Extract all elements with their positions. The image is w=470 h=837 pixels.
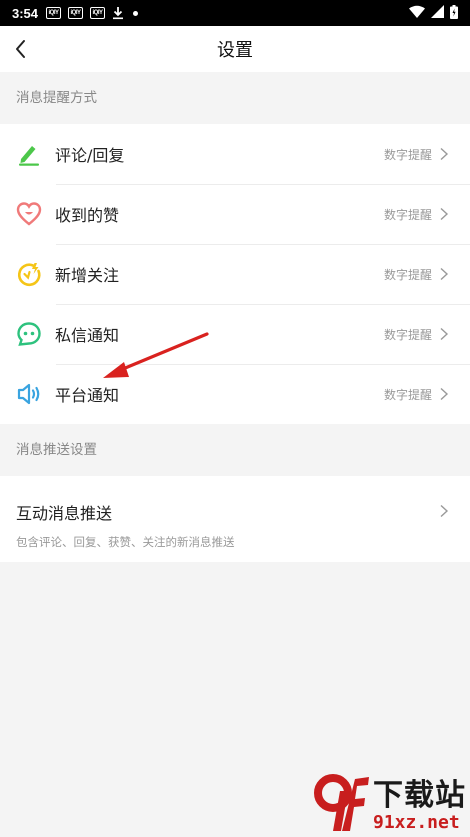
watermark-logo-icon bbox=[313, 773, 371, 833]
pencil-icon bbox=[16, 141, 42, 167]
setting-row-likes[interactable]: 收到的赞 数字提醒 bbox=[0, 184, 470, 244]
chevron-right-icon bbox=[440, 504, 449, 518]
chevron-right-icon bbox=[440, 207, 449, 221]
chevron-right-icon bbox=[440, 387, 449, 401]
status-time: 3:54 bbox=[12, 5, 39, 21]
status-bar: 3:54 iQIY iQIY iQIY bbox=[0, 0, 470, 26]
chevron-left-icon bbox=[16, 40, 25, 58]
follow-icon bbox=[16, 261, 42, 287]
setting-row-comment-reply[interactable]: 评论/回复 数字提醒 bbox=[0, 124, 470, 184]
chevron-right-icon bbox=[440, 327, 449, 341]
setting-label: 收到的赞 bbox=[55, 206, 120, 225]
watermark-url-text: 91xz.net bbox=[373, 812, 460, 833]
setting-row-interaction-push[interactable]: 互动消息推送 包含评论、回复、获赞、关注的新消息推送 bbox=[0, 476, 470, 562]
wifi-icon bbox=[409, 5, 425, 21]
chat-icon bbox=[16, 321, 42, 347]
reminder-list: 评论/回复 数字提醒 收到的赞 数字提醒 新增关注 数字提醒 私信通知 数字提醒… bbox=[0, 124, 470, 424]
setting-description: 包含评论、回复、获赞、关注的新消息推送 bbox=[16, 535, 235, 549]
chevron-right-icon bbox=[440, 147, 449, 161]
setting-value: 数字提醒 bbox=[383, 147, 432, 162]
title-bar: 设置 bbox=[0, 26, 470, 72]
iqiyi-icon: iQIY bbox=[68, 7, 84, 19]
page-title: 设置 bbox=[217, 40, 253, 61]
dot-icon bbox=[133, 10, 139, 16]
setting-row-new-follow[interactable]: 新增关注 数字提醒 bbox=[0, 244, 470, 304]
back-button[interactable] bbox=[10, 37, 34, 61]
battery-icon bbox=[450, 4, 458, 22]
setting-row-platform-notice[interactable]: 平台通知 数字提醒 bbox=[0, 364, 470, 424]
setting-value: 数字提醒 bbox=[383, 207, 432, 222]
chevron-right-icon bbox=[440, 267, 449, 281]
heart-icon bbox=[16, 201, 42, 227]
setting-label: 互动消息推送 bbox=[16, 504, 113, 523]
iqiyi-icon: iQIY bbox=[46, 7, 62, 19]
section-header-reminder: 消息提醒方式 bbox=[0, 72, 470, 124]
setting-label: 平台通知 bbox=[55, 386, 120, 405]
download-icon bbox=[112, 6, 124, 20]
section-header-push: 消息推送设置 bbox=[0, 424, 470, 476]
watermark-cn-text: 下载站 bbox=[373, 778, 466, 813]
setting-value: 数字提醒 bbox=[383, 267, 432, 282]
setting-value: 数字提醒 bbox=[383, 387, 432, 402]
setting-label: 评论/回复 bbox=[55, 146, 125, 165]
signal-icon bbox=[431, 5, 444, 21]
watermark: 下载站 91xz.net bbox=[313, 773, 466, 833]
setting-label: 新增关注 bbox=[55, 266, 120, 285]
speaker-icon bbox=[16, 381, 42, 407]
iqiyi-icon: iQIY bbox=[90, 7, 106, 19]
setting-row-private-message[interactable]: 私信通知 数字提醒 bbox=[0, 304, 470, 364]
setting-label: 私信通知 bbox=[55, 326, 120, 345]
setting-value: 数字提醒 bbox=[383, 327, 432, 342]
